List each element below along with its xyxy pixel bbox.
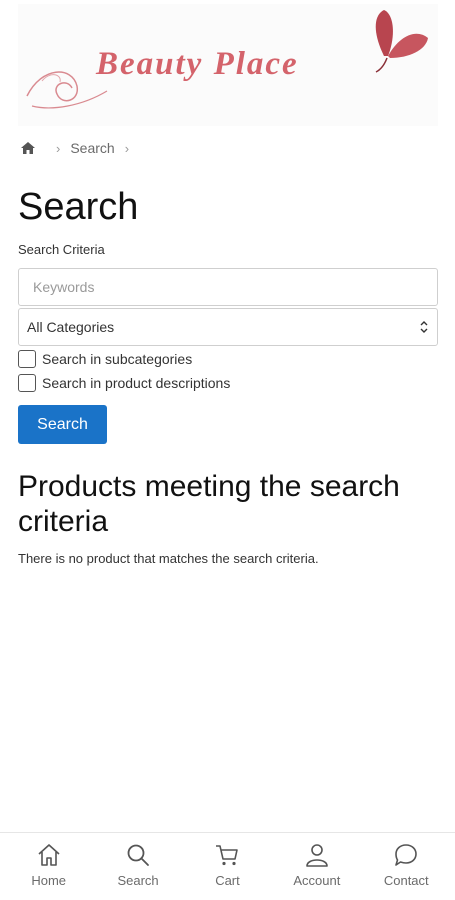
search-icon [127, 844, 149, 866]
breadcrumb: › Search › [20, 140, 139, 156]
home-icon [38, 844, 60, 866]
cart-icon [216, 845, 239, 866]
nav-contact[interactable]: Contact [366, 833, 446, 900]
chat-bubble-icon [395, 844, 418, 866]
chevron-right-icon: › [124, 140, 130, 156]
page-title: Search [18, 186, 139, 228]
nav-search-label: Search [117, 873, 159, 888]
search-criteria-label: Search Criteria [18, 242, 105, 257]
search-button[interactable]: Search [18, 405, 107, 444]
logo-banner[interactable]: Beauty Place [18, 4, 438, 126]
subcategories-checkbox[interactable] [18, 350, 36, 368]
no-results-message: There is no product that matches the sea… [18, 551, 319, 566]
nav-search[interactable]: Search [98, 833, 178, 900]
bottom-nav: Home Search Cart Account Contact [0, 832, 455, 900]
nav-contact-label: Contact [383, 873, 429, 888]
nav-cart[interactable]: Cart [187, 833, 267, 900]
descriptions-label: Search in product descriptions [42, 375, 231, 391]
subcategories-option[interactable]: Search in subcategories [18, 350, 192, 368]
butterfly-icon [375, 10, 428, 73]
results-heading: Products meeting the search criteria [18, 470, 400, 538]
home-icon[interactable] [20, 141, 36, 155]
nav-home[interactable]: Home [9, 833, 89, 900]
subcategories-label: Search in subcategories [42, 351, 193, 367]
chevron-right-icon: › [56, 140, 61, 156]
category-select[interactable]: All Categories [18, 308, 438, 346]
category-select-value: All Categories [27, 319, 115, 335]
nav-cart-label: Cart [215, 873, 240, 888]
nav-home-label: Home [31, 873, 67, 888]
account-icon [306, 844, 328, 867]
logo-text: Beauty Place [96, 46, 299, 82]
nav-account[interactable]: Account [277, 833, 357, 900]
select-arrows-icon [420, 321, 428, 333]
keywords-input[interactable] [18, 268, 438, 306]
descriptions-option[interactable]: Search in product descriptions [18, 374, 230, 392]
breadcrumb-current[interactable]: Search [70, 140, 114, 156]
descriptions-checkbox[interactable] [18, 374, 36, 392]
nav-account-label: Account [293, 873, 341, 888]
